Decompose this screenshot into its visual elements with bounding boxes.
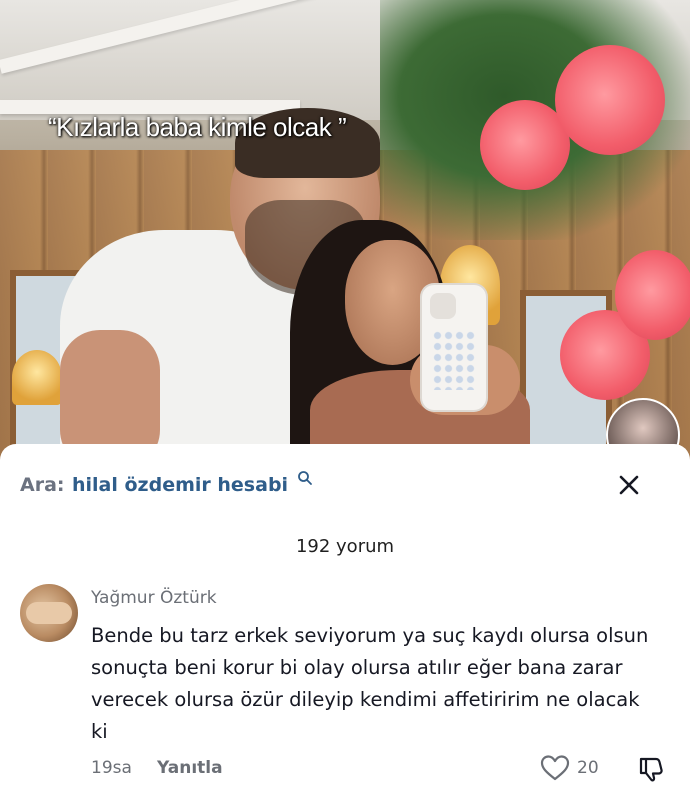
phone [422,285,486,410]
video-caption: “Kızlarla baba kimle olcak ” [48,112,347,142]
comment-time: 19sa [91,758,132,778]
flower [615,250,690,340]
commenter-avatar[interactable] [20,584,78,642]
man-arm [60,330,160,460]
close-icon [619,475,639,495]
search-icon [298,471,312,485]
video-background: “Kızlarla baba kimle olcak ” [0,0,690,460]
dislike-icon[interactable] [636,754,666,784]
phone-case-pattern [432,330,476,390]
phone-camera [430,293,456,319]
flower [555,45,665,155]
comments-sheet: Ara: hilal özdemir hesabi 192 yorum Yağm… [0,444,690,785]
comment-text: Bende bu tarz erkek seviyorum ya suç kay… [91,624,649,743]
search-prefix: Ara: [20,474,65,496]
comment-item: Yağmur Öztürk Bende bu tarz erkek seviyo… [0,580,690,785]
reply-button[interactable]: Yanıtla [157,758,223,778]
heart-outline-icon[interactable] [540,754,570,782]
comment-count: 192 yorum [295,536,395,557]
avatar-photo [26,602,72,624]
like-count: 20 [577,758,599,778]
comment-username[interactable]: Yağmur Öztürk [91,588,217,608]
close-button[interactable] [614,470,644,500]
hanging-lamp [12,350,62,405]
search-term-link[interactable]: hilal özdemir hesabi [72,474,288,496]
search-suggestion[interactable]: Ara: hilal özdemir hesabi [20,470,670,504]
